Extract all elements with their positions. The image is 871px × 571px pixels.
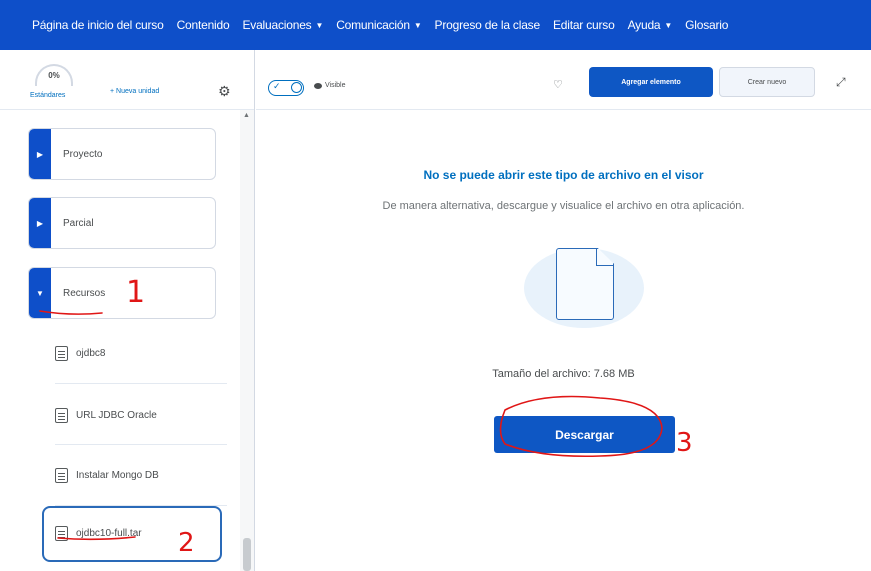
unit-label: Proyecto	[63, 149, 103, 160]
unit-card-recursos[interactable]: ▼ Recursos	[28, 267, 216, 319]
topic-item-mongo[interactable]: Instalar Mongo DB	[55, 460, 215, 490]
nav-communication[interactable]: Comunicación ▼	[336, 18, 422, 32]
standards-link[interactable]: Estándares	[30, 92, 65, 99]
scrollbar-thumb[interactable]	[243, 538, 251, 571]
nav-label: Glosario	[685, 18, 729, 32]
add-element-button[interactable]: Agregar elemento	[589, 67, 713, 97]
topic-item-url-jdbc[interactable]: URL JDBC Oracle	[55, 400, 215, 430]
nav-label: Editar curso	[552, 18, 615, 32]
nav-label: Evaluaciones	[242, 18, 312, 32]
create-new-button[interactable]: Crear nuevo	[719, 67, 815, 97]
chevron-right-icon: ▶	[29, 129, 51, 179]
file-size-text: Tamaño del archivo: 7.68 MB	[492, 368, 635, 380]
chevron-down-icon: ▼	[413, 20, 422, 30]
progress-ring: 0%	[35, 64, 73, 86]
file-fold-corner	[596, 248, 614, 266]
chevron-down-icon: ▼	[664, 20, 673, 30]
content-viewer: ✓ Visible ♡ Agregar elemento Crear nuevo…	[256, 50, 871, 571]
viewer-error-subtitle: De manera alternativa, descargue y visua…	[382, 200, 745, 212]
nav-content[interactable]: Contenido	[177, 18, 230, 32]
viewer-error-title: No se puede abrir este tipo de archivo e…	[423, 168, 704, 182]
scroll-up-icon[interactable]: ▲	[243, 112, 250, 119]
chevron-down-icon: ▼	[315, 20, 324, 30]
nav-label: Comunicación	[336, 18, 410, 32]
nav-course-home[interactable]: Página de inicio del curso	[32, 18, 164, 32]
toggle-knob	[291, 82, 302, 93]
unit-card-proyecto[interactable]: ▶ Proyecto	[28, 128, 216, 180]
chevron-right-icon: ▶	[29, 198, 51, 248]
document-icon	[55, 407, 68, 423]
download-button[interactable]: Descargar	[494, 416, 675, 453]
nav-edit-course[interactable]: Editar curso	[553, 18, 615, 32]
unit-card-parcial[interactable]: ▶ Parcial	[28, 197, 216, 249]
nav-glossary[interactable]: Glosario	[685, 18, 728, 32]
nav-class-progress[interactable]: Progreso de la clase	[434, 18, 541, 32]
unit-label: Parcial	[63, 218, 94, 229]
nav-label: Página de inicio del curso	[32, 18, 164, 32]
unit-label: Recursos	[63, 288, 106, 299]
topic-item-ojdbc8[interactable]: ojdbc8	[55, 338, 215, 368]
course-navbar: Página de inicio del curso Contenido Eva…	[0, 0, 871, 50]
chevron-down-icon: ▼	[29, 268, 51, 318]
sidebar-header: 0% Estándares + Nueva unidad ⚙	[0, 50, 254, 110]
topic-label: ojdbc10-full.tar	[76, 527, 142, 539]
sidebar-scrollbar[interactable]	[240, 110, 254, 571]
nav-label: Ayuda	[627, 18, 661, 32]
nav-label: Contenido	[176, 18, 230, 32]
visibility-label: Visible	[325, 82, 346, 89]
gear-icon[interactable]: ⚙	[218, 83, 231, 100]
document-icon	[55, 345, 68, 361]
lightbulb-icon[interactable]: ♡	[553, 78, 563, 91]
topic-item-ojdbc10[interactable]: ojdbc10-full.tar	[55, 518, 215, 548]
expand-icon[interactable]: ⤢	[836, 75, 846, 90]
check-icon: ✓	[273, 81, 281, 91]
topic-label: Instalar Mongo DB	[76, 469, 159, 481]
eye-icon	[314, 83, 322, 89]
divider	[55, 444, 227, 445]
visibility-toggle[interactable]: ✓	[268, 80, 304, 96]
viewer-toolbar: ✓ Visible ♡ Agregar elemento Crear nuevo…	[256, 50, 871, 110]
topic-label: URL JDBC Oracle	[76, 409, 157, 421]
new-unit-button[interactable]: + Nueva unidad	[110, 88, 159, 95]
nav-evaluations[interactable]: Evaluaciones ▼	[242, 18, 323, 32]
document-icon	[55, 467, 68, 483]
topic-label: ojdbc8	[76, 347, 106, 359]
nav-label: Progreso de la clase	[434, 18, 541, 32]
divider	[55, 383, 227, 384]
nav-help[interactable]: Ayuda ▼	[628, 18, 673, 32]
content-sidebar: 0% Estándares + Nueva unidad ⚙ ▲ ▶ Proye…	[0, 50, 255, 571]
document-icon	[55, 525, 68, 541]
